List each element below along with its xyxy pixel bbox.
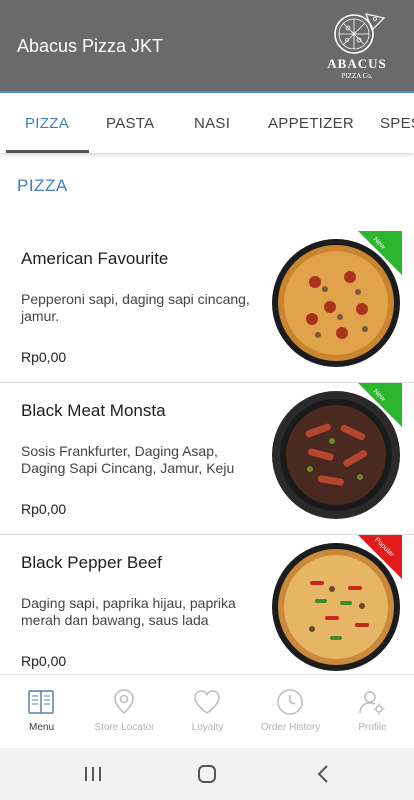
profile-settings-icon [359,691,385,715]
menu-item-card[interactable]: Black Meat Monsta Sosis Frankfurter, Dag… [0,383,414,535]
menu-item-card[interactable]: American Favourite Pepperoni sapi, dagin… [0,231,414,383]
pizza-logo-icon [334,13,386,54]
active-tab-indicator [6,150,89,153]
heart-icon [194,690,220,714]
nav-order-history[interactable]: Order History [249,675,332,749]
logo-name: ABACUS [327,56,387,71]
app-header: Abacus Pizza JKT ABACUS PIZZA Co. [0,0,414,91]
app-title: Abacus Pizza JKT [17,36,164,56]
tab-pizza[interactable]: PIZZA [25,115,69,132]
system-navigation-bar [0,748,414,800]
item-price: Rp0,00 [21,349,67,365]
abacus-logo: ABACUS PIZZA Co. [326,10,388,82]
new-badge: New [358,231,402,275]
new-badge: New [358,383,402,427]
item-description: Daging sapi, paprika hijau, paprika mera… [21,595,236,628]
nav-label: Profile [358,722,387,733]
tab-spesial[interactable]: SPES [380,115,414,132]
nav-label: Loyalty [191,722,224,733]
logo-subtitle: PIZZA Co. [341,72,373,80]
tab-appetizer[interactable]: APPETIZER [268,115,354,132]
item-price: Rp0,00 [21,653,67,669]
item-name: Black Meat Monsta [21,401,166,420]
nav-label: Store Locator [94,722,155,733]
nav-store-locator[interactable]: Store Locator [83,675,166,749]
item-name: American Favourite [21,249,169,268]
menu-book-icon [28,690,54,714]
category-tabs: PIZZA PASTA NASI APPETIZER SPES [0,91,414,153]
nav-menu[interactable]: Menu [0,675,83,749]
item-description: Sosis Frankfurter, Daging Asap, Daging S… [21,443,235,476]
section-title: PIZZA [17,176,68,195]
nav-profile[interactable]: Profile [331,675,414,749]
back-icon[interactable] [311,762,335,786]
clock-icon [277,689,303,715]
bottom-navigation: Menu Store Locator Loyalty Order History [0,674,414,748]
item-description: Pepperoni sapi, daging sapi cincang, jam… [21,291,250,324]
menu-item-card[interactable]: Black Pepper Beef Daging sapi, paprika h… [0,535,414,687]
recent-apps-icon[interactable] [81,762,105,786]
nav-label: Order History [260,722,321,733]
home-icon[interactable] [195,762,219,786]
tab-nasi[interactable]: NASI [194,115,230,132]
tab-pasta[interactable]: PASTA [106,115,154,132]
nav-loyalty[interactable]: Loyalty [166,675,249,749]
nav-label: Menu [28,722,54,733]
location-pin-icon [114,689,134,715]
item-price: Rp0,00 [21,501,67,517]
item-name: Black Pepper Beef [21,553,162,572]
popular-badge: Popular [358,535,402,579]
